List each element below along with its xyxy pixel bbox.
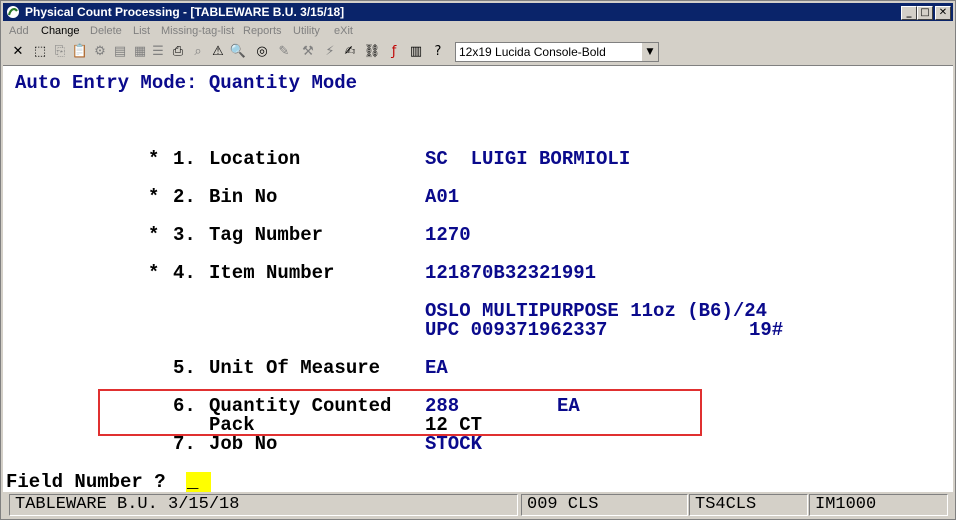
menu-bar: Add Change Delete List Missing-tag-list … (3, 23, 953, 41)
title-bar[interactable]: Physical Count Processing - [TABLEWARE B… (3, 3, 953, 21)
terminal-screen[interactable]: Auto Entry Mode: Quantity Mode * 1. Loca… (3, 65, 953, 492)
field-5-number: 5. (173, 357, 196, 379)
font-select-value: 12x19 Lucida Console-Bold (459, 45, 606, 59)
menu-list[interactable]: List (133, 25, 150, 37)
status-bar: TABLEWARE B.U. 3/15/18 009 CLS TS4CLS IM… (3, 492, 953, 516)
lightning-icon[interactable]: ⚡ (321, 43, 339, 61)
item-weight: 19# (749, 319, 784, 341)
field-1-value[interactable]: SC LUIGI BORMIOLI (425, 149, 630, 169)
mode-title: Auto Entry Mode: Quantity Mode (15, 72, 358, 94)
menu-change[interactable]: Change (41, 25, 80, 37)
help-icon[interactable]: ? (429, 43, 447, 61)
menu-exit[interactable]: eXit (334, 25, 353, 37)
field-2-number: 2. (173, 186, 196, 208)
window-title: Physical Count Processing - [TABLEWARE B… (25, 5, 345, 19)
tools-icon[interactable]: ⚒ (299, 43, 317, 61)
font-select[interactable]: 12x19 Lucida Console-Bold ▼ (455, 42, 659, 62)
field-4-label: Item Number (209, 262, 335, 284)
input-cursor[interactable]: _ (186, 472, 211, 492)
close-button[interactable]: ✕ (935, 6, 951, 20)
field-2-marker: * (148, 186, 160, 208)
field-4-number: 4. (173, 262, 196, 284)
script-icon[interactable]: ✍ (341, 43, 359, 61)
settings-icon[interactable]: ⚙ (91, 43, 109, 61)
field-7-label: Job No (209, 433, 278, 455)
menu-missing-tag-list[interactable]: Missing-tag-list (161, 25, 234, 37)
status-module: IM1000 (809, 494, 948, 516)
find-icon[interactable]: ⌕ (189, 43, 207, 61)
globe-icon[interactable]: ◎ (253, 43, 271, 61)
list-icon[interactable]: ☰ (149, 43, 167, 61)
field-3-marker: * (148, 224, 160, 246)
link-icon[interactable]: ⛓ (363, 43, 381, 61)
chevron-down-icon[interactable]: ▼ (641, 43, 658, 61)
function-icon[interactable]: ƒ (385, 43, 403, 61)
app-icon (7, 6, 19, 18)
app-window: Physical Count Processing - [TABLEWARE B… (0, 0, 956, 520)
field-4-value[interactable]: 121870B32321991 (425, 263, 596, 283)
edit-icon[interactable]: ✎ (275, 43, 293, 61)
status-class: 009 CLS (521, 494, 688, 516)
status-company: TABLEWARE B.U. 3/15/18 (9, 494, 518, 516)
zoom-icon[interactable]: 🔍 (229, 43, 247, 61)
select-tool-icon[interactable]: ⬚ (31, 43, 49, 61)
menu-utility[interactable]: Utility (293, 25, 320, 37)
field-7-value[interactable]: STOCK (425, 434, 482, 454)
field-1-number: 1. (173, 148, 196, 170)
field-3-number: 3. (173, 224, 196, 246)
notes-icon[interactable]: ▥ (407, 43, 425, 61)
field-3-value[interactable]: 1270 (425, 225, 471, 245)
item-description: OSLO MULTIPURPOSE 11oz (B6)/24 (425, 300, 768, 322)
field-1-label: Location (209, 148, 301, 170)
exit-tool-icon[interactable]: ✕ (9, 43, 27, 61)
toolbar: ✕ ⬚ ⎘ 📋 ⚙ ▤ ▦ ☰ ⎙ ⌕ ⚠ 🔍 ◎ ✎ ⚒ ⚡ ✍ ⛓ ƒ ▥ … (3, 41, 953, 63)
field-4-marker: * (148, 262, 160, 284)
field-number-prompt: Field Number ? (6, 471, 166, 493)
minimize-button[interactable]: _ (901, 6, 917, 20)
field-2-value[interactable]: A01 (425, 187, 459, 207)
field-3-label: Tag Number (209, 224, 324, 246)
paste-icon[interactable]: 📋 (71, 43, 89, 61)
menu-reports[interactable]: Reports (243, 25, 282, 37)
grid-icon[interactable]: ▦ (131, 43, 149, 61)
field-5-label: Unit Of Measure (209, 357, 381, 379)
cursor-glyph: _ (187, 471, 199, 493)
menu-delete[interactable]: Delete (90, 25, 122, 37)
status-code: TS4CLS (689, 494, 808, 516)
field-2-label: Bin No (209, 186, 278, 208)
document-icon[interactable]: ▤ (111, 43, 129, 61)
warning-icon[interactable]: ⚠ (209, 43, 227, 61)
maximize-button[interactable]: □ (917, 6, 933, 20)
field-5-value[interactable]: EA (425, 358, 448, 378)
highlight-box (98, 389, 702, 436)
field-1-marker: * (148, 148, 160, 170)
copy-icon[interactable]: ⎘ (51, 43, 69, 61)
field-7-number: 7. (173, 433, 196, 455)
print-icon[interactable]: ⎙ (169, 43, 187, 61)
menu-add[interactable]: Add (9, 25, 29, 37)
item-upc: UPC 009371962337 (425, 319, 608, 341)
